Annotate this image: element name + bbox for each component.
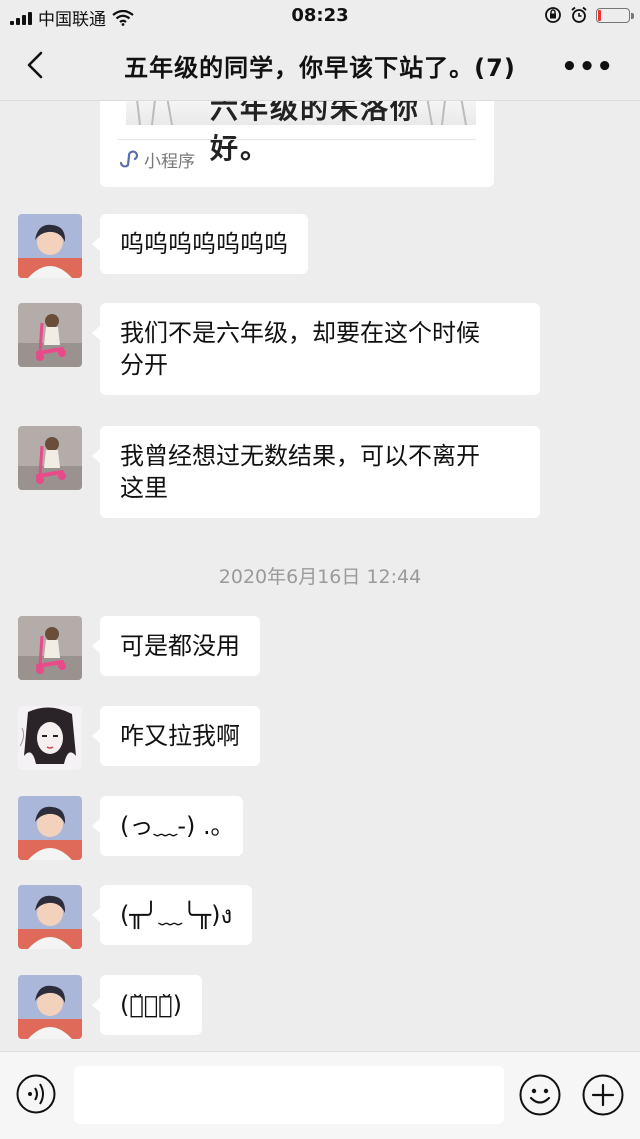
rotation-lock-icon <box>545 7 561 23</box>
message-bubble[interactable]: (╥╯﹏╰╥)ง <box>91 885 253 945</box>
card-image-caption: 六年级的朱洛你好。 <box>210 101 421 165</box>
avatar-scooter-kid-image <box>18 616 82 680</box>
card-image: 六年级的朱洛你好。 <box>126 101 476 165</box>
message-bubble[interactable]: 我们不是六年级，却要在这个时候 分开 <box>92 303 540 395</box>
avatar[interactable] <box>18 885 82 949</box>
plus-icon[interactable] <box>582 1074 624 1116</box>
message-bubble[interactable]: (っ﹏-) .｡ <box>92 796 243 856</box>
back-button[interactable] <box>22 50 52 80</box>
status-bar: 中国联通 08:23 <box>0 0 640 32</box>
avatar-boy-image <box>18 885 82 949</box>
voice-input-icon[interactable] <box>16 1074 56 1114</box>
avatar[interactable] <box>18 706 82 770</box>
avatar-manga-girl-image <box>18 706 82 770</box>
avatar-boy-image <box>18 214 82 278</box>
avatar-boy-image <box>18 796 82 860</box>
message-input[interactable] <box>74 1066 504 1124</box>
avatar-boy-image <box>18 975 82 1039</box>
message-line: 这里 <box>120 474 168 502</box>
message-line: 分开 <box>120 351 168 379</box>
message-bubble[interactable]: 咋又拉我啊 <box>92 706 260 766</box>
input-bar <box>0 1051 640 1139</box>
message-bubble[interactable]: 呜呜呜呜呜呜呜 <box>92 214 308 274</box>
message-line: 我曾经想过无数结果，可以不离开 <box>120 442 480 470</box>
mini-program-card[interactable]: 六年级的朱洛你好。 小程序 <box>100 101 494 187</box>
card-label: 小程序 <box>144 152 195 172</box>
card-footer: 小程序 <box>118 147 195 172</box>
battery-icon <box>596 7 634 23</box>
message-bubble[interactable]: (๏̆﹏๏̆) <box>92 975 202 1035</box>
avatar[interactable] <box>18 975 82 1039</box>
avatar[interactable] <box>18 426 82 490</box>
status-right <box>544 6 634 24</box>
message-list[interactable]: 六年级的朱洛你好。 小程序 呜呜呜呜呜呜呜 我们不是六年级，却要在这个时候 分开… <box>0 101 640 1051</box>
avatar[interactable] <box>18 214 82 278</box>
message-line: 我们不是六年级，却要在这个时候 <box>120 319 480 347</box>
message-bubble[interactable]: 我曾经想过无数结果，可以不离开 这里 <box>92 426 540 518</box>
avatar-scooter-kid-image <box>18 426 82 490</box>
alarm-icon <box>571 6 587 23</box>
avatar-scooter-kid-image <box>18 303 82 367</box>
card-divider <box>118 139 476 140</box>
avatar[interactable] <box>18 303 82 367</box>
chat-title: 五年级的同学，你早该下站了。(7) <box>124 54 516 82</box>
avatar[interactable] <box>18 796 82 860</box>
avatar[interactable] <box>18 616 82 680</box>
message-bubble[interactable]: 可是都没用 <box>92 616 260 676</box>
timestamp: 2020年6月16日 12:44 <box>218 566 422 588</box>
chat-header: 五年级的同学，你早该下站了。(7) ••• <box>0 32 640 101</box>
mini-program-icon <box>119 149 138 167</box>
more-dots-icon[interactable]: ••• <box>561 52 614 82</box>
emoji-icon[interactable] <box>519 1074 561 1116</box>
